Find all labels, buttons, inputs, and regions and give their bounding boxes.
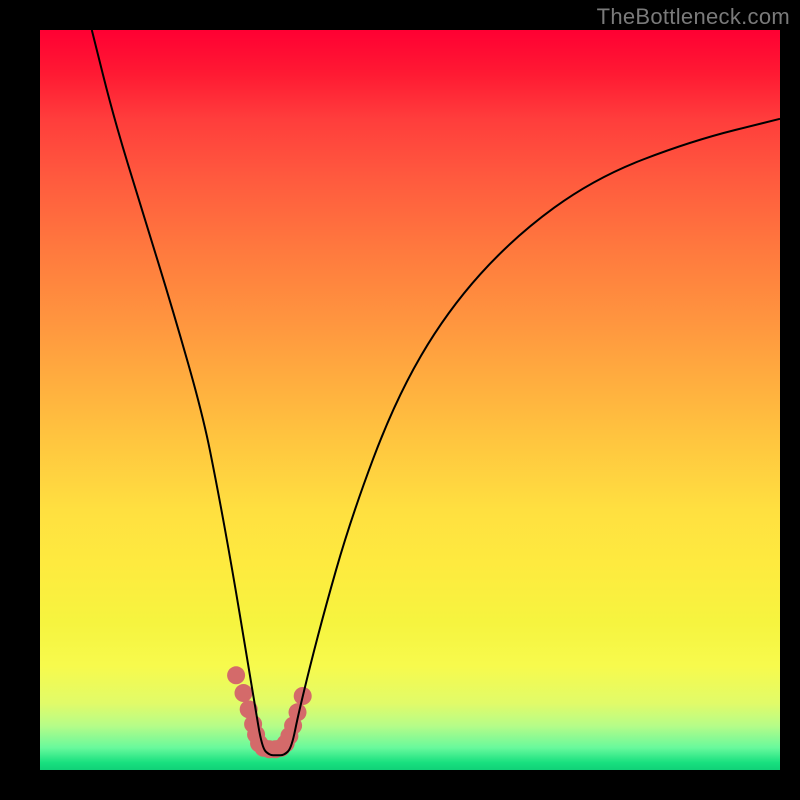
chart-frame: TheBottleneck.com [0,0,800,800]
bottleneck-curve [92,30,780,755]
watermark-text: TheBottleneck.com [597,4,790,30]
chart-svg [40,30,780,770]
plot-area [40,30,780,770]
trough-marker [235,684,253,702]
trough-marker [227,666,245,684]
